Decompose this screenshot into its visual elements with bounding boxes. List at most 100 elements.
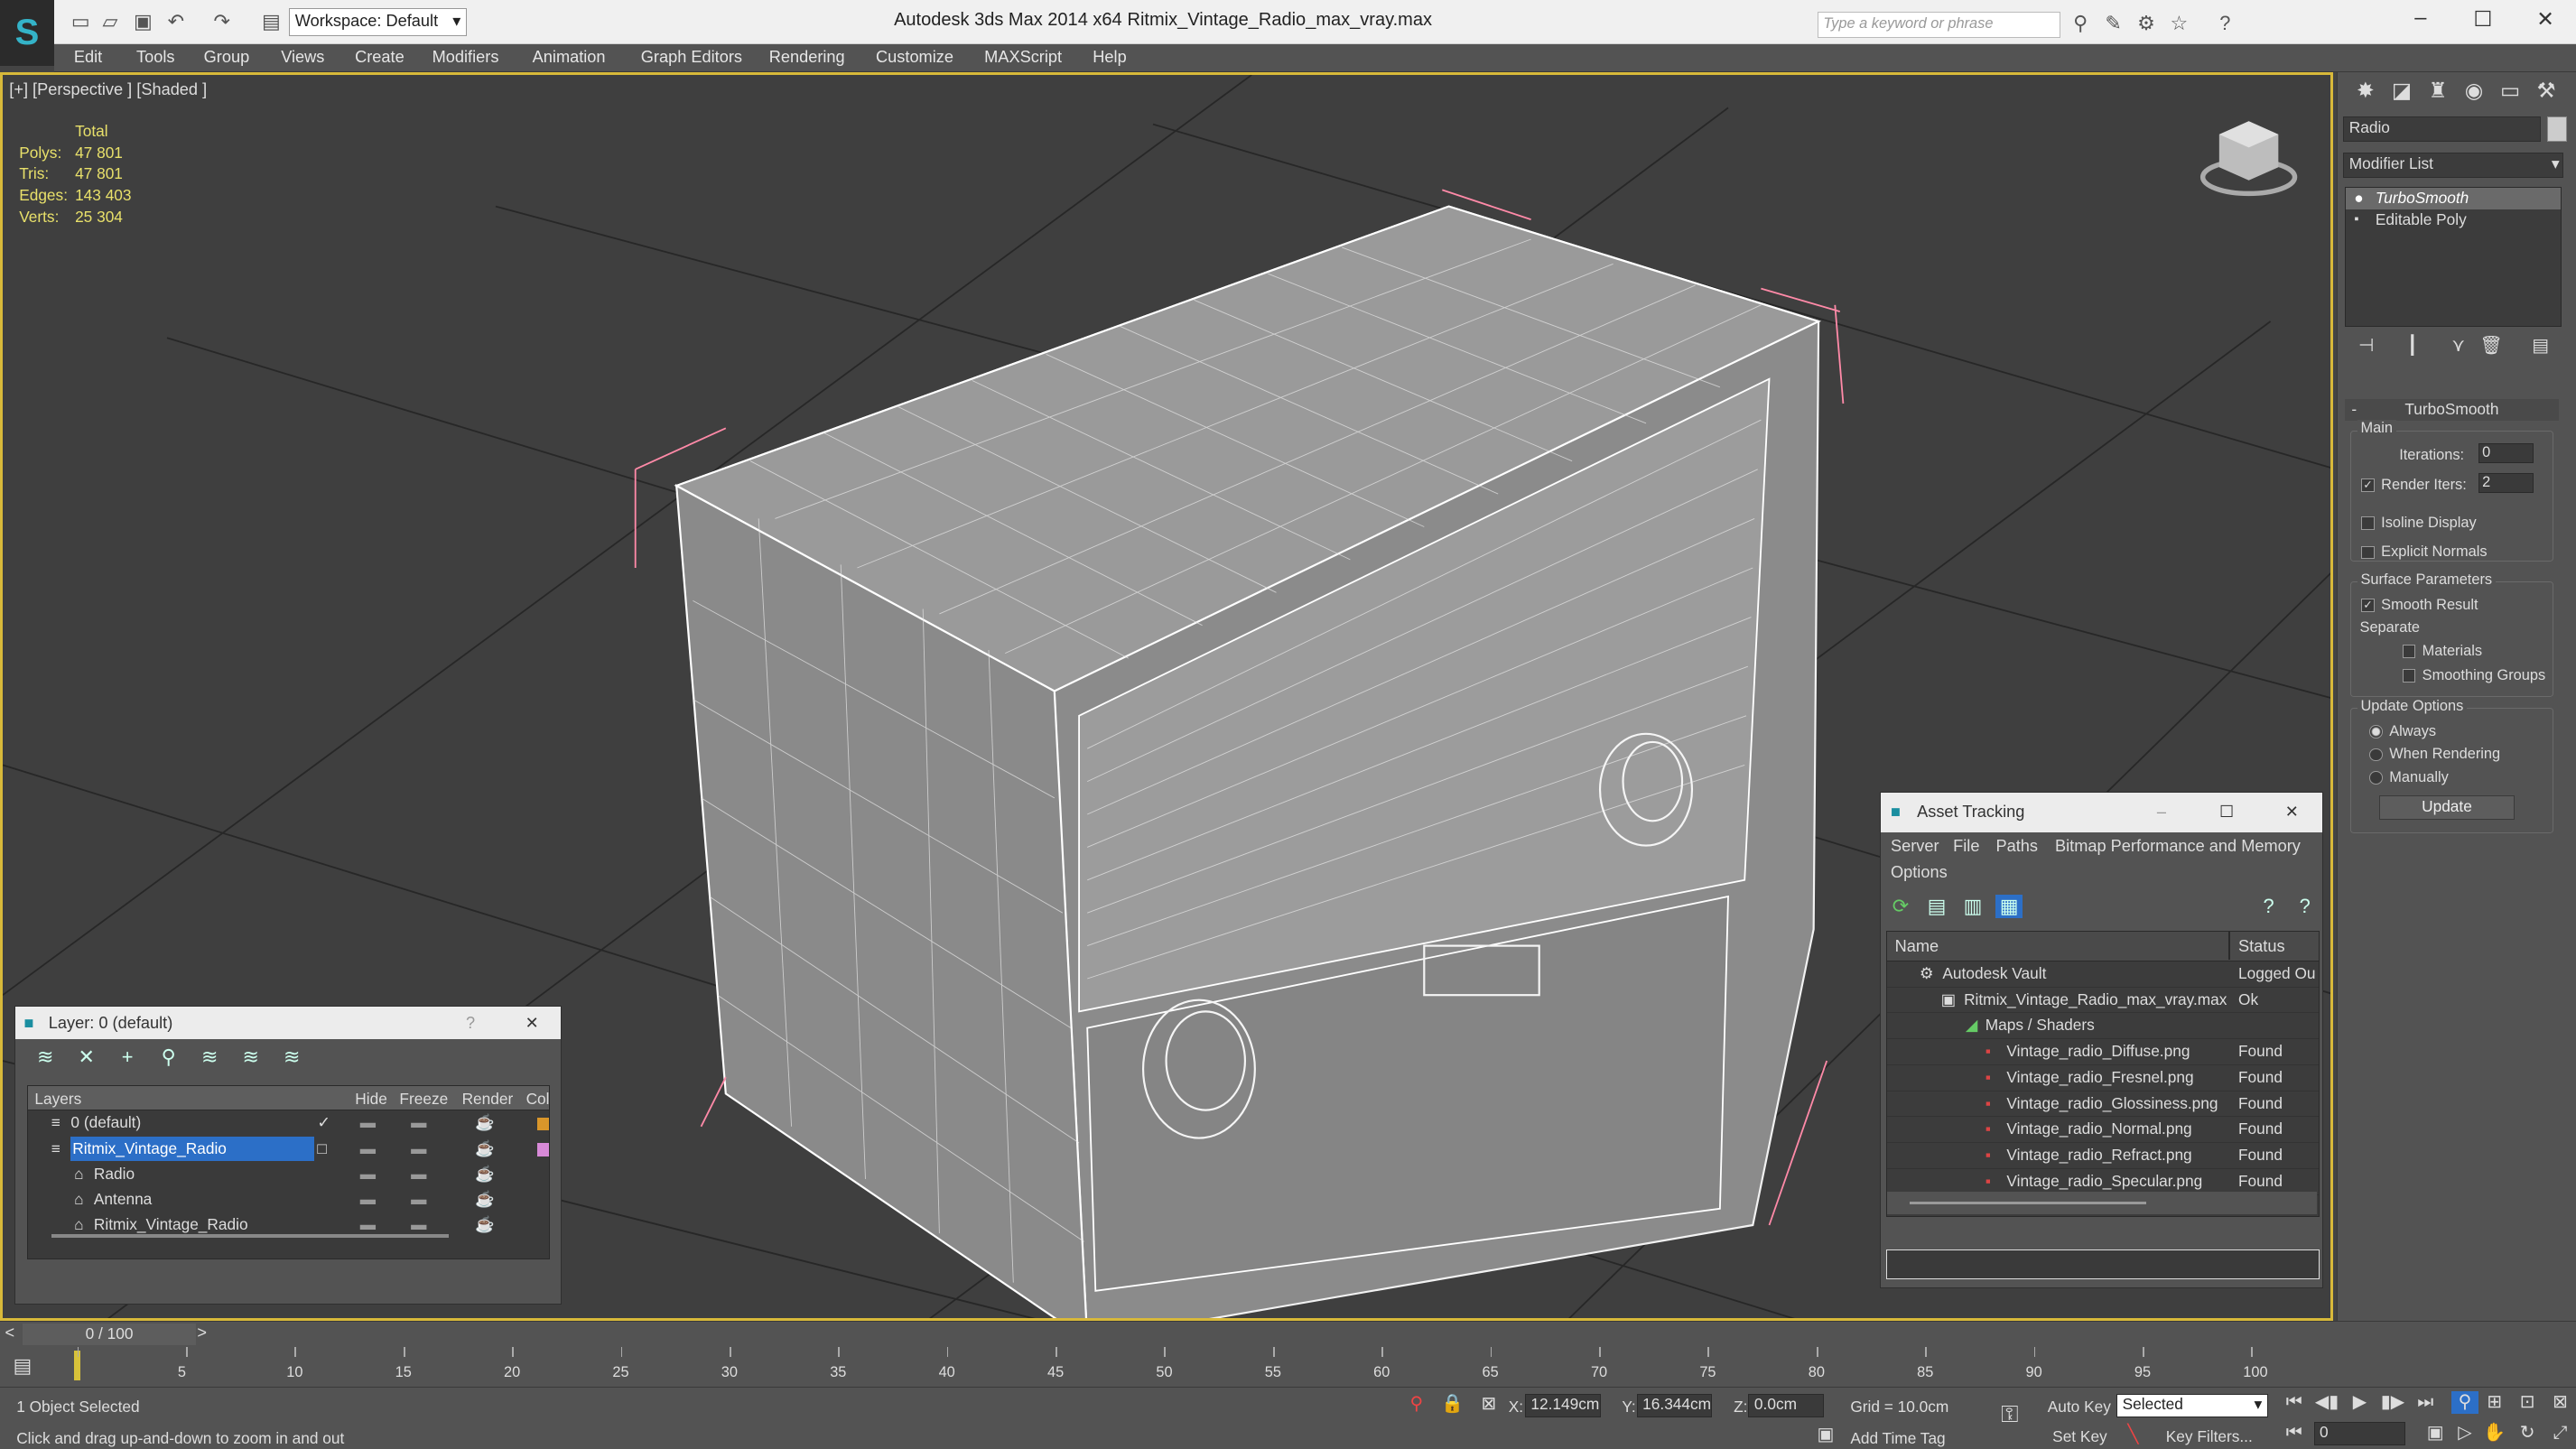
render-iters-checkbox[interactable]: ✓ Render Iters: [2361, 477, 2467, 494]
time-slider[interactable]: 0 / 100 [23, 1324, 196, 1345]
set-keys-icon[interactable]: ╲ [2120, 1424, 2146, 1446]
undo-icon[interactable]: ↶ [161, 10, 191, 36]
asset-row[interactable]: ▪ Vintage_radio_Fresnel.png Found [1886, 1065, 2319, 1091]
stack-item-turbosmooth[interactable]: ● TurboSmooth [2346, 188, 2562, 210]
layer-row[interactable]: ⌂ Antenna ▬ ▬ ☕ [28, 1187, 549, 1212]
asset-window-titlebar[interactable]: ■ Asset Tracking – ☐ ✕ [1881, 793, 2323, 832]
expand-icon[interactable]: ▪ [2354, 209, 2358, 231]
asset-row[interactable]: ▪ Vintage_radio_Refract.png Found [1886, 1143, 2319, 1169]
menu-maxscript[interactable]: MAXScript [984, 48, 1062, 67]
hierarchy-tab-icon[interactable]: ♜ [2420, 78, 2456, 110]
list-view-icon[interactable]: ▤ [1923, 895, 1949, 917]
save-icon[interactable]: ▣ [128, 10, 158, 36]
menu-graph-editors[interactable]: Graph Editors [641, 48, 742, 67]
go-to-start-icon[interactable]: ⏮ [2281, 1391, 2307, 1414]
zoom-icon[interactable]: ⚲ [2451, 1390, 2478, 1415]
x-coordinate-field[interactable]: 12.149cm [1524, 1394, 1601, 1417]
timeline-ruler[interactable]: ▤ 5 10 15 20 25 30 35 40 45 50 55 60 65 70 75 80 85 90 95 1… [0, 1347, 2576, 1388]
modify-tab-icon[interactable]: ◪ [2384, 78, 2420, 110]
asset-menu-paths[interactable]: Paths [1995, 837, 2038, 856]
zoom-extents-icon[interactable]: ⊡ [2515, 1391, 2541, 1414]
isoline-display-checkbox[interactable]: Isoline Display [2361, 515, 2477, 532]
teapot-icon[interactable]: ☕ [475, 1212, 495, 1237]
maximize-viewport-icon[interactable]: ⤢ [2547, 1422, 2573, 1444]
favorites-star-icon[interactable]: ☆ [2166, 12, 2192, 38]
layer-row[interactable]: ≡ Ritmix_Vintage_Radio □ ▬ ▬ ☕ [28, 1136, 550, 1162]
asset-row[interactable]: ▪ Vintage_radio_Normal.png Found [1886, 1117, 2319, 1144]
table-view-icon[interactable]: ▦ [1995, 895, 2023, 918]
stack-item-editable-poly[interactable]: ▪ Editable Poly [2346, 209, 2561, 231]
close-icon[interactable]: ✕ [2285, 793, 2299, 832]
horizontal-scrollbar[interactable] [51, 1233, 450, 1238]
subscription-icon[interactable]: ⚙ [2133, 12, 2159, 38]
col-status[interactable]: Status [2238, 937, 2285, 956]
update-button[interactable]: Update [2379, 794, 2515, 821]
maximize-button[interactable]: ☐ [2459, 6, 2508, 36]
active-layer-check-icon[interactable]: ✓ [317, 1110, 330, 1135]
go-to-end-icon[interactable]: ⏭ [2413, 1391, 2439, 1414]
play-icon[interactable]: ▶ [2347, 1391, 2373, 1414]
isolate-selection-icon[interactable]: ⚲ [1403, 1393, 1429, 1416]
prev-frame-icon[interactable]: < [5, 1324, 14, 1342]
modifier-list-dropdown[interactable]: Modifier List ▾ [2343, 153, 2564, 178]
viewport-label[interactable]: [+] [Perspective ] [Shaded ] [9, 80, 207, 99]
iterations-spinner[interactable]: 0 [2478, 443, 2534, 464]
asset-menu-bitmap[interactable]: Bitmap Performance and Memory [2055, 837, 2301, 856]
teapot-icon[interactable]: ☕ [475, 1137, 495, 1161]
key-filters-button[interactable]: Key Filters... [2166, 1427, 2253, 1446]
horizontal-scrollbar[interactable] [1886, 1191, 2318, 1215]
refresh-icon[interactable]: ⟳ [1887, 895, 1913, 917]
display-tab-icon[interactable]: ▭ [2492, 78, 2528, 110]
col-color[interactable]: Col [526, 1090, 550, 1109]
add-to-layer-icon[interactable]: + [115, 1045, 141, 1068]
menu-views[interactable]: Views [281, 48, 324, 67]
zoom-extents-all-icon[interactable]: ⊠ [2547, 1391, 2573, 1414]
teapot-icon[interactable]: ☕ [475, 1110, 495, 1135]
time-config-icon[interactable]: ▣ [2423, 1422, 2449, 1444]
key-mode-dropdown[interactable]: Selected ▾ [2116, 1394, 2268, 1417]
asset-row[interactable]: ▣ Ritmix_Vintage_Radio_max_vray.max Ok [1886, 988, 2319, 1014]
delete-layer-icon[interactable]: ✕ [73, 1045, 99, 1068]
smoothing-groups-checkbox[interactable]: Smoothing Groups [2402, 667, 2545, 684]
about-icon[interactable]: ? [2292, 895, 2318, 917]
viewcube-icon[interactable] [2199, 115, 2298, 200]
menu-customize[interactable]: Customize [876, 48, 953, 67]
pin-stack-icon[interactable]: ⊣ [2353, 335, 2379, 358]
mini-curve-editor-icon[interactable]: ▤ [14, 1354, 33, 1378]
smooth-result-checkbox[interactable]: ✓ Smooth Result [2361, 597, 2478, 614]
render-iters-spinner[interactable]: 2 [2478, 473, 2534, 493]
help-icon[interactable]: ? [2255, 895, 2282, 917]
menu-group[interactable]: Group [204, 48, 250, 67]
open-file-icon[interactable]: ▱ [96, 10, 126, 36]
absolute-mode-icon[interactable]: ⊠ [1475, 1393, 1502, 1416]
teapot-icon[interactable]: ☕ [475, 1162, 495, 1186]
turbosmooth-rollout-header[interactable]: - TurboSmooth [2345, 399, 2559, 421]
remove-modifier-icon[interactable]: 🗑 [2478, 335, 2505, 358]
next-frame-icon[interactable]: > [197, 1324, 207, 1342]
next-frame-icon[interactable]: ▮▶ [2379, 1391, 2405, 1414]
communication-icon[interactable]: ✎ [2100, 12, 2126, 38]
new-file-icon[interactable]: ▭ [66, 10, 96, 36]
minimize-button[interactable]: – [2396, 6, 2446, 36]
close-icon[interactable]: ✕ [525, 1007, 539, 1039]
detail-view-icon[interactable]: ▥ [1959, 895, 1985, 917]
zoom-all-icon[interactable]: ⊞ [2481, 1391, 2507, 1414]
key-icon[interactable]: ⚿ [1996, 1404, 2023, 1426]
asset-row[interactable]: ▪ Vintage_radio_Diffuse.png Found [1886, 1039, 2319, 1065]
make-unique-icon[interactable]: ⋎ [2445, 335, 2471, 358]
orbit-icon[interactable]: ↻ [2515, 1422, 2541, 1444]
always-radio[interactable]: Always [2369, 723, 2436, 740]
layer-row[interactable]: ≡ 0 (default) ✓ ▬ ▬ ☕ [28, 1110, 550, 1136]
explicit-normals-checkbox[interactable]: Explicit Normals [2361, 543, 2488, 561]
col-hide[interactable]: Hide [355, 1090, 387, 1109]
hide-all-icon[interactable]: ≋ [237, 1045, 264, 1068]
asset-row[interactable]: ▪ Vintage_radio_Glossiness.png Found [1886, 1091, 2319, 1118]
col-name[interactable]: Name [1895, 937, 1939, 956]
modifier-stack[interactable]: ● TurboSmooth ▪ Editable Poly [2345, 187, 2562, 328]
highlight-layer-icon[interactable]: ≋ [197, 1045, 223, 1068]
col-freeze[interactable]: Freeze [399, 1090, 448, 1109]
freeze-all-icon[interactable]: ≋ [279, 1045, 305, 1068]
menu-rendering[interactable]: Rendering [769, 48, 845, 67]
object-color-swatch[interactable] [2547, 116, 2567, 142]
binoculars-icon[interactable]: ⚲ [2068, 12, 2094, 38]
